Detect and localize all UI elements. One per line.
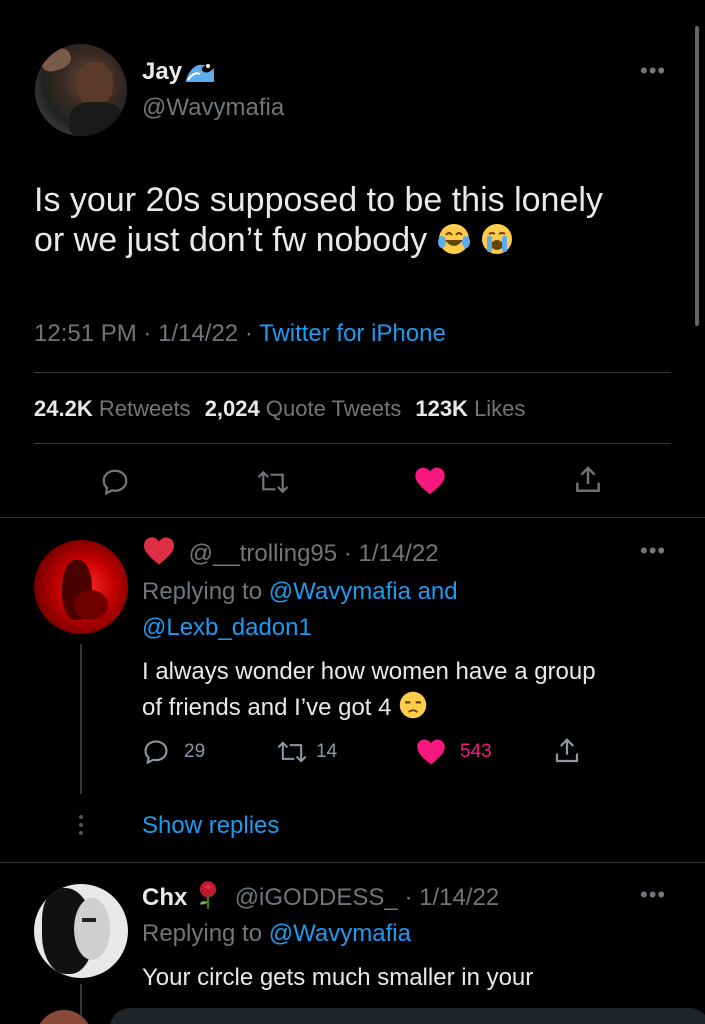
reply-display-name[interactable]: Chx bbox=[142, 884, 187, 911]
reply-retweets-action[interactable]: 14 bbox=[276, 738, 337, 766]
reply-handle[interactable]: @__trolling95 bbox=[189, 540, 337, 567]
rose-emoji-icon bbox=[194, 880, 222, 917]
reply-header: Chx @iGODDESS_ · 1/14/22 bbox=[142, 880, 499, 917]
retweets-stat[interactable]: 24.2K Retweets bbox=[34, 396, 191, 421]
reply-count: 29 bbox=[184, 741, 206, 762]
thread-dots bbox=[78, 815, 84, 839]
reply-replies-action[interactable]: 29 bbox=[142, 738, 205, 766]
author-avatar[interactable] bbox=[35, 44, 127, 136]
reply-handle[interactable]: @iGODDESS_ bbox=[235, 884, 398, 911]
tweet-source-link[interactable]: Twitter for iPhone bbox=[259, 320, 446, 347]
author-handle[interactable]: @Wavymafia bbox=[142, 94, 284, 122]
scrollbar[interactable] bbox=[695, 26, 699, 326]
replying-to: Replying to @Wavymafia bbox=[142, 920, 411, 947]
reply-date[interactable]: 1/14/22 bbox=[358, 540, 438, 567]
divider bbox=[34, 443, 671, 444]
reply-date[interactable]: 1/14/22 bbox=[419, 884, 499, 911]
reply-likes-action[interactable]: 543 bbox=[416, 738, 492, 766]
replying-to: Replying to @Wavymafia and @Lexb_dadon1 bbox=[142, 574, 458, 646]
divider bbox=[0, 517, 705, 518]
retweet-count: 14 bbox=[316, 741, 338, 762]
reply-text: Your circle gets much smaller in your bbox=[142, 964, 534, 991]
reply-composer-input[interactable] bbox=[110, 1008, 705, 1024]
like-icon-filled bbox=[416, 738, 446, 766]
reply-text: I always wonder how women have a group o… bbox=[142, 654, 596, 731]
reply-icon bbox=[142, 738, 170, 766]
reply-avatar[interactable] bbox=[34, 884, 128, 978]
tweet-text-line-2: or we just don’t fw nobody bbox=[34, 220, 674, 265]
tweet-stats: 24.2K Retweets 2,024 Quote Tweets 123K L… bbox=[34, 396, 525, 422]
unamused-face-emoji-icon bbox=[398, 690, 428, 731]
compose-avatar[interactable] bbox=[36, 1010, 92, 1024]
retweet-icon[interactable] bbox=[256, 467, 290, 497]
tweet-time: 12:51 PM bbox=[34, 320, 137, 347]
likes-stat[interactable]: 123K Likes bbox=[415, 396, 525, 421]
more-options-icon[interactable]: ••• bbox=[640, 58, 666, 84]
tweet-text: Is your 20s supposed to be this lonely o… bbox=[34, 180, 674, 265]
reply-share-icon[interactable] bbox=[552, 736, 582, 766]
replying-to-link[interactable]: @Wavymafia bbox=[269, 920, 411, 947]
reply-header: @__trolling95 · 1/14/22 bbox=[142, 536, 439, 573]
reply-more-options-icon[interactable]: ••• bbox=[640, 882, 666, 908]
tweet-meta: 12:51 PM · 1/14/22 · Twitter for iPhone bbox=[34, 320, 446, 347]
crying-face-emoji-icon bbox=[480, 222, 514, 265]
author-name-row[interactable]: Jay bbox=[142, 58, 216, 91]
like-icon-filled[interactable] bbox=[414, 466, 446, 496]
divider bbox=[34, 372, 671, 373]
tears-of-joy-emoji-icon bbox=[437, 222, 471, 265]
reply-more-options-icon[interactable]: ••• bbox=[640, 538, 666, 564]
tweet-text-line-1: Is your 20s supposed to be this lonely bbox=[34, 181, 603, 219]
show-replies-link[interactable]: Show replies bbox=[142, 812, 279, 840]
retweet-icon bbox=[276, 738, 308, 766]
thread-line bbox=[80, 644, 82, 794]
reply-icon[interactable] bbox=[100, 467, 130, 497]
like-count: 543 bbox=[460, 741, 492, 762]
share-icon[interactable] bbox=[572, 464, 604, 496]
replying-to-link[interactable]: @Wavymafia and bbox=[269, 578, 458, 605]
divider bbox=[0, 862, 705, 863]
author-display-name: Jay bbox=[142, 58, 183, 85]
quote-tweets-stat[interactable]: 2,024 Quote Tweets bbox=[205, 396, 402, 421]
wave-emoji-icon bbox=[184, 60, 216, 91]
replying-to-link-2[interactable]: @Lexb_dadon1 bbox=[142, 610, 458, 646]
red-heart-emoji-icon bbox=[142, 536, 176, 573]
tweet-date[interactable]: 1/14/22 bbox=[158, 320, 238, 347]
reply-avatar[interactable] bbox=[34, 540, 128, 634]
